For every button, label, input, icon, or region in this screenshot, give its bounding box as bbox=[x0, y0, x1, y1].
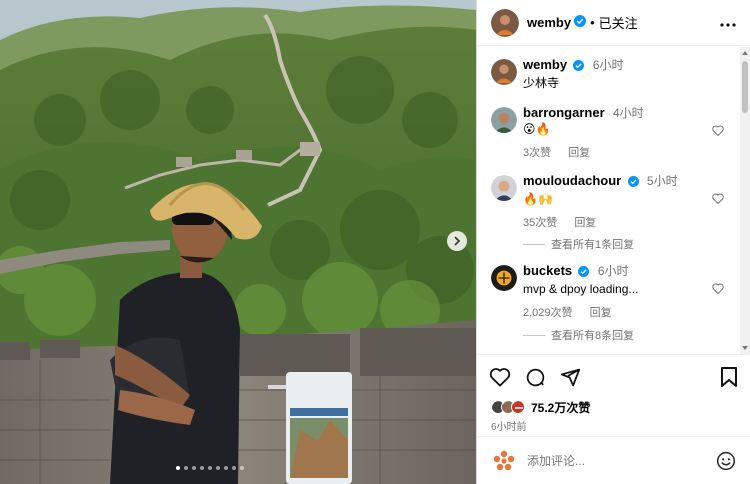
like-comment-heart-icon[interactable] bbox=[712, 191, 724, 209]
commenter-avatar[interactable] bbox=[491, 175, 517, 201]
comment-bubble-icon[interactable] bbox=[525, 367, 546, 388]
comment-time: 5小时 bbox=[646, 174, 678, 188]
view-replies-label: 查看所有1条回复 bbox=[551, 239, 635, 251]
comment-time: 4小时 bbox=[612, 106, 644, 120]
scroll-up-arrow-icon[interactable] bbox=[742, 51, 748, 55]
comment-item: mouloudachour 5小时 🔥🙌 35次赞 回复 bbox=[491, 173, 740, 231]
carousel-dot bbox=[192, 466, 196, 470]
comment-meta: 3次赞 回复 bbox=[523, 145, 740, 161]
comment-username[interactable]: barrongarner bbox=[523, 105, 605, 120]
post-photo bbox=[0, 0, 476, 484]
action-bar bbox=[477, 355, 750, 399]
carousel-dot bbox=[208, 466, 212, 470]
comment-time: 6小时 bbox=[592, 58, 624, 72]
comment-item: buckets 6小时 mvp & dpoy loading... 2,029次… bbox=[491, 263, 740, 321]
author-avatar[interactable] bbox=[491, 8, 519, 37]
comment-item: barrongarner 4小时 😮🔥 3次赞 回复 bbox=[491, 105, 740, 161]
current-user-avatar bbox=[491, 447, 517, 474]
emoji-smile-icon[interactable] bbox=[716, 451, 736, 471]
carousel-dot bbox=[176, 466, 180, 470]
bookmark-icon[interactable] bbox=[720, 367, 738, 387]
post-panel: wemby • 已关注 wemby 6小时 少林寺 barrongarner 4… bbox=[476, 0, 750, 484]
post-timestamp[interactable]: 6小时前 bbox=[477, 415, 750, 433]
carousel-dot bbox=[240, 466, 244, 470]
comment-meta: 35次赞 回复 bbox=[523, 215, 740, 231]
comment-username[interactable]: mouloudachour bbox=[523, 173, 621, 188]
like-comment-heart-icon[interactable] bbox=[712, 281, 724, 299]
like-heart-icon[interactable] bbox=[489, 367, 511, 387]
likes-count[interactable]: 75.2万次赞 bbox=[531, 399, 590, 416]
verified-icon bbox=[578, 265, 590, 281]
comment-meta: 2,029次赞 回复 bbox=[523, 305, 740, 321]
caption-item: wemby 6小时 少林寺 bbox=[491, 57, 740, 91]
comment-text: 🔥🙌 bbox=[523, 192, 553, 206]
carousel-dot bbox=[200, 466, 204, 470]
scroll-down-arrow-icon[interactable] bbox=[742, 346, 748, 350]
like-comment-heart-icon[interactable] bbox=[712, 123, 724, 141]
divider bbox=[523, 334, 545, 336]
likes-row: 75.2万次赞 bbox=[477, 399, 750, 415]
view-replies-label: 查看所有8条回复 bbox=[551, 330, 635, 342]
comment-input[interactable] bbox=[527, 453, 716, 468]
more-options-icon[interactable] bbox=[720, 14, 736, 32]
follow-status-button[interactable]: 已关注 bbox=[599, 13, 638, 32]
verified-icon bbox=[573, 59, 585, 75]
liker-avatars[interactable] bbox=[491, 400, 525, 414]
reply-button[interactable]: 回复 bbox=[574, 217, 596, 229]
author-avatar[interactable] bbox=[491, 59, 517, 85]
reply-button[interactable]: 回复 bbox=[568, 147, 590, 159]
verified-icon bbox=[574, 14, 587, 32]
share-send-icon[interactable] bbox=[560, 367, 581, 388]
author-username[interactable]: wemby bbox=[527, 15, 571, 30]
carousel-dot bbox=[216, 466, 220, 470]
comment-username[interactable]: wemby bbox=[523, 57, 567, 72]
commenter-avatar[interactable] bbox=[491, 107, 517, 133]
comments-scrollbar[interactable] bbox=[740, 47, 750, 354]
next-photo-button[interactable] bbox=[447, 231, 467, 251]
reply-button[interactable]: 回复 bbox=[590, 307, 612, 319]
commenter-avatar[interactable] bbox=[491, 265, 517, 291]
carousel-dot bbox=[184, 466, 188, 470]
carousel-dot bbox=[224, 466, 228, 470]
view-replies-button[interactable]: 查看所有8条回复 bbox=[523, 327, 634, 343]
scrollbar-thumb[interactable] bbox=[742, 61, 748, 113]
verified-icon bbox=[627, 175, 639, 191]
chevron-right-icon bbox=[454, 236, 461, 246]
post-actions-section: 75.2万次赞 6小时前 bbox=[477, 354, 750, 433]
comment-likes[interactable]: 35次赞 bbox=[523, 217, 557, 229]
view-replies-button[interactable]: 查看所有1条回复 bbox=[523, 236, 634, 252]
carousel-indicator bbox=[176, 466, 244, 470]
carousel-dot bbox=[232, 466, 236, 470]
comment-time: 6小时 bbox=[597, 264, 629, 278]
comment-likes[interactable]: 2,029次赞 bbox=[523, 307, 573, 319]
liker-avatar bbox=[511, 400, 525, 414]
comment-username[interactable]: buckets bbox=[523, 263, 572, 278]
caption-text: 少林寺 bbox=[523, 76, 560, 90]
divider bbox=[523, 243, 545, 245]
post-header: wemby • 已关注 bbox=[477, 0, 750, 46]
separator-dot: • bbox=[590, 15, 595, 30]
add-comment-bar bbox=[477, 436, 750, 484]
great-wall-photo bbox=[0, 0, 476, 484]
comment-text: mvp & dpoy loading... bbox=[523, 282, 639, 296]
comment-likes[interactable]: 3次赞 bbox=[523, 147, 551, 159]
comments-list[interactable]: wemby 6小时 少林寺 barrongarner 4小时 😮🔥 3次赞 回复 bbox=[477, 47, 740, 354]
comment-text: 😮🔥 bbox=[523, 122, 551, 136]
